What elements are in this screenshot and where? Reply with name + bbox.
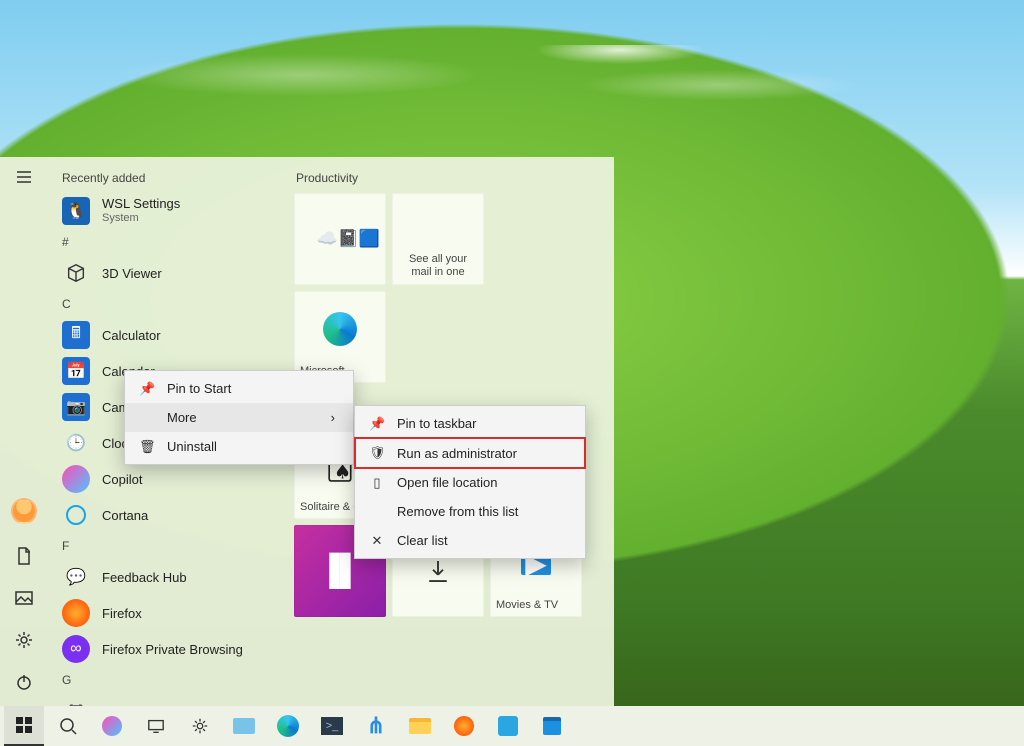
app-label: WSL Settings (102, 197, 180, 212)
pin-icon: 📌 (139, 381, 155, 397)
letter-header-hash[interactable]: # (54, 229, 282, 255)
taskbar-firefox[interactable] (444, 706, 484, 746)
shield-icon: 🛡 (369, 445, 385, 461)
taskbar-terminal[interactable]: >_ (312, 706, 352, 746)
context-menu-app: 📌 Pin to Start More › 🗑 Uninstall (124, 370, 354, 465)
documents-icon[interactable] (14, 546, 34, 566)
tile-label: See all your mail in one (398, 249, 478, 279)
app-copilot[interactable]: Copilot (54, 461, 282, 497)
recently-added-header: Recently added (54, 167, 282, 193)
app-label: Firefox (102, 606, 142, 621)
start-rail (0, 157, 48, 706)
taskbar-settings[interactable] (180, 706, 220, 746)
app-game-bar[interactable]: 🎮 Game Bar (54, 693, 282, 706)
app-label: Feedback Hub (102, 570, 187, 585)
app-label: Calculator (102, 328, 161, 343)
hamburger-icon[interactable] (14, 167, 34, 187)
user-avatar[interactable] (11, 498, 37, 524)
ctx-pin-to-start[interactable]: 📌 Pin to Start (125, 374, 353, 403)
app-label: Cortana (102, 508, 148, 523)
taskbar-photos[interactable] (488, 706, 528, 746)
taskbar-vscode[interactable]: ⋔ (356, 706, 396, 746)
tile-mail[interactable]: See all your mail in one (392, 193, 484, 285)
ctx-more[interactable]: More › (125, 403, 353, 432)
taskbar: >_ ⋔ (0, 706, 1024, 746)
ctx-clear-list[interactable]: ✕ Clear list (355, 526, 585, 555)
tile-label: Movies & TV (496, 595, 576, 611)
pin-icon: 📌 (369, 416, 385, 432)
app-label: 3D Viewer (102, 266, 162, 281)
app-firefox[interactable]: Firefox (54, 595, 282, 631)
taskbar-copilot[interactable] (92, 706, 132, 746)
search-button[interactable] (48, 706, 88, 746)
tile-office-apps[interactable]: ☁️📓🟦 (294, 193, 386, 285)
ctx-open-file-location[interactable]: ▯ Open file location (355, 468, 585, 497)
settings-gear-icon[interactable] (14, 630, 34, 650)
taskbar-file-explorer[interactable] (400, 706, 440, 746)
context-menu-more: 📌 Pin to taskbar 🛡 Run as administrator … (354, 405, 586, 559)
power-icon[interactable] (14, 672, 34, 692)
taskbar-store[interactable] (532, 706, 572, 746)
app-feedback-hub[interactable]: 💬 Feedback Hub (54, 559, 282, 595)
ctx-remove-from-list[interactable]: Remove from this list (355, 497, 585, 526)
taskbar-edge[interactable] (268, 706, 308, 746)
app-label: Firefox Private Browsing (102, 642, 243, 657)
ctx-pin-to-taskbar[interactable]: 📌 Pin to taskbar (355, 409, 585, 438)
chevron-right-icon: › (331, 410, 335, 425)
folder-icon: ▯ (369, 475, 385, 491)
app-3d-viewer[interactable]: 3D Viewer (54, 255, 282, 291)
letter-header-g[interactable]: G (54, 667, 282, 693)
ctx-uninstall[interactable]: 🗑 Uninstall (125, 432, 353, 461)
trash-icon: 🗑 (139, 439, 155, 455)
pictures-icon[interactable] (14, 588, 34, 608)
taskbar-explorer-alt[interactable] (224, 706, 264, 746)
letter-header-f[interactable]: F (54, 533, 282, 559)
app-label: Copilot (102, 472, 142, 487)
letter-header-c[interactable]: C (54, 291, 282, 317)
group-productivity[interactable]: Productivity (294, 167, 600, 193)
app-cortana[interactable]: Cortana (54, 497, 282, 533)
app-wsl-settings[interactable]: 🐧 WSL Settings System (54, 193, 282, 229)
ctx-run-as-admin[interactable]: 🛡 Run as administrator (355, 438, 585, 468)
taskbar-task-view[interactable] (136, 706, 176, 746)
close-icon: ✕ (369, 533, 385, 549)
app-sublabel: System (102, 212, 180, 225)
app-calculator[interactable]: 🖩 Calculator (54, 317, 282, 353)
start-button[interactable] (4, 706, 44, 746)
app-firefox-private[interactable]: ∞ Firefox Private Browsing (54, 631, 282, 667)
